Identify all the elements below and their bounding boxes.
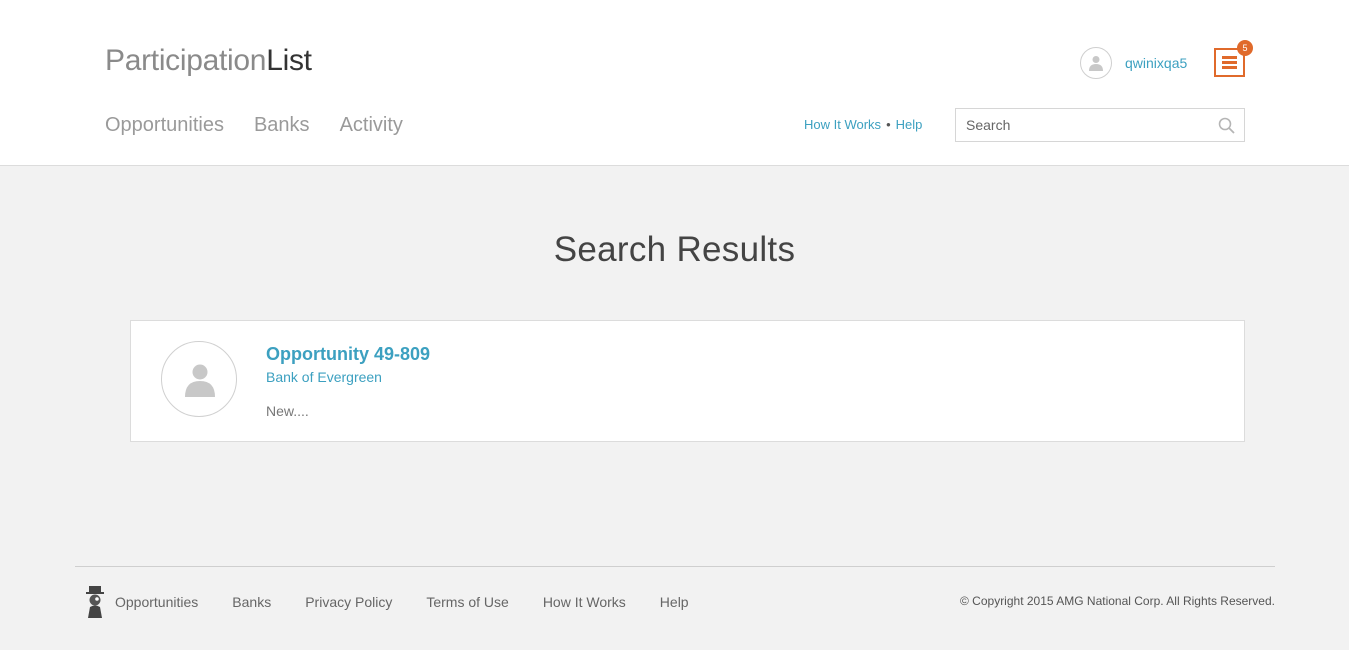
footer-opportunities-link[interactable]: Opportunities bbox=[115, 594, 198, 610]
nav-activity[interactable]: Activity bbox=[340, 114, 403, 137]
mascot-logo-icon[interactable] bbox=[84, 586, 106, 623]
footer-how-it-works-link[interactable]: How It Works bbox=[543, 594, 626, 610]
site-logo[interactable]: ParticipationList bbox=[105, 44, 312, 78]
notification-badge: 5 bbox=[1237, 40, 1253, 56]
page-title: Search Results bbox=[553, 230, 796, 269]
footer-privacy-link[interactable]: Privacy Policy bbox=[305, 594, 392, 610]
nav-opportunities[interactable]: Opportunities bbox=[105, 114, 224, 137]
search-box bbox=[955, 108, 1245, 142]
site-header: ParticipationList Opportunities Banks Ac… bbox=[0, 0, 1349, 166]
footer-divider bbox=[75, 566, 1275, 567]
footer-banks-link[interactable]: Banks bbox=[232, 594, 271, 610]
footer-help-link[interactable]: Help bbox=[660, 594, 689, 610]
footer-terms-link[interactable]: Terms of Use bbox=[426, 594, 508, 610]
result-title-link[interactable]: Opportunity 49-809 bbox=[266, 344, 430, 365]
copyright-text: © Copyright 2015 AMG National Corp. All … bbox=[960, 594, 1275, 608]
username-link[interactable]: qwinixqa5 bbox=[1125, 55, 1187, 71]
help-link[interactable]: Help bbox=[896, 117, 923, 132]
how-it-works-link[interactable]: How It Works bbox=[804, 117, 881, 132]
user-avatar-icon[interactable] bbox=[1080, 47, 1112, 79]
result-bank-link[interactable]: Bank of Evergreen bbox=[266, 369, 382, 385]
search-icon[interactable] bbox=[1218, 117, 1235, 139]
result-description: New.... bbox=[266, 403, 309, 419]
search-input[interactable] bbox=[956, 109, 1206, 141]
search-result-card[interactable]: Opportunity 49-809 Bank of Evergreen New… bbox=[130, 320, 1245, 442]
top-links: How It Works • Help bbox=[804, 117, 922, 132]
main-nav: Opportunities Banks Activity bbox=[105, 114, 403, 137]
nav-banks[interactable]: Banks bbox=[254, 114, 310, 137]
logo-text-light: Participation bbox=[105, 44, 267, 77]
opportunity-avatar-icon bbox=[161, 341, 237, 417]
user-menu[interactable]: qwinixqa5 bbox=[1080, 47, 1187, 79]
footer-nav: Opportunities Banks Privacy Policy Terms… bbox=[115, 594, 689, 610]
logo-text-strong: List bbox=[266, 44, 312, 77]
link-separator: • bbox=[886, 117, 891, 132]
